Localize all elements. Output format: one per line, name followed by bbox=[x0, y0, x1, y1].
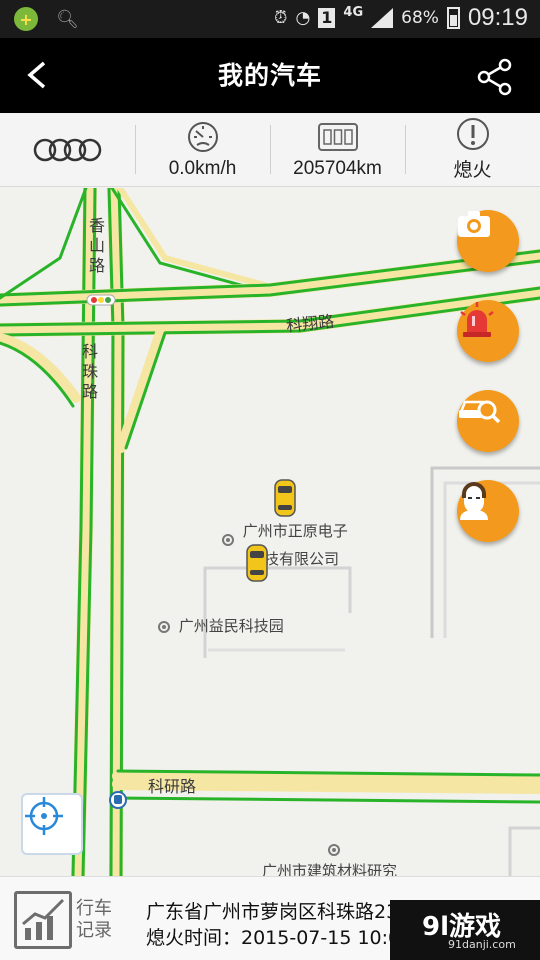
share-icon bbox=[477, 58, 512, 96]
trip-record-button[interactable]: 行车 记录 bbox=[14, 889, 124, 951]
poi-zhengyuan-line1: 广州市正原电子 bbox=[242, 522, 348, 540]
engine-status-value: 熄火 bbox=[453, 160, 492, 181]
share-button[interactable] bbox=[476, 58, 514, 96]
camera-icon bbox=[458, 211, 490, 237]
alarm-button[interactable] bbox=[457, 300, 519, 362]
trip-record-label-line1: 行车 bbox=[76, 898, 112, 919]
battery-icon bbox=[446, 7, 460, 29]
battery-percent: 68% bbox=[401, 8, 439, 28]
engine-status-cell: 熄火 bbox=[405, 113, 540, 186]
road-label-xiangshan: 香山路 bbox=[88, 216, 105, 275]
road-label-keyan: 科研路 bbox=[148, 777, 197, 796]
status-bar: + 🔍︎ ⏰︎ ◔ 1 4G 68% 09:19 bbox=[0, 0, 540, 38]
sim-badge: 1 bbox=[318, 8, 336, 28]
watermark-sub: 91danji.com bbox=[448, 938, 516, 951]
speedometer-icon bbox=[187, 121, 218, 152]
alarm-light-icon bbox=[460, 302, 494, 337]
trip-record-label-line2: 记录 bbox=[76, 920, 112, 941]
crosshair-icon bbox=[25, 797, 63, 835]
exclamation-icon bbox=[456, 118, 489, 150]
poi-zhengyuan[interactable]: 广州市正原电子 bbox=[222, 522, 348, 549]
car-search-icon bbox=[459, 400, 501, 424]
clock: 09:19 bbox=[467, 4, 528, 31]
watermark: 9l游戏 91danji.com bbox=[390, 900, 540, 960]
location-panel: 行车 记录 广东省广州市萝岗区科珠路232号 熄火时间：2015-07-15 1… bbox=[0, 876, 540, 960]
poi-marker-icon bbox=[328, 843, 340, 856]
app-notification-icon: + bbox=[14, 7, 38, 31]
poi-jianzhu: 广州市建筑材料研究 bbox=[262, 862, 398, 876]
poi-marker-icon bbox=[222, 533, 234, 546]
vehicle-info-strip: 0.0km/h 205704km 熄火 bbox=[0, 113, 540, 187]
network-type: 4G bbox=[343, 4, 364, 20]
wifi-icon: ◔ bbox=[295, 8, 311, 28]
odometer-icon bbox=[317, 122, 358, 151]
locate-button[interactable] bbox=[21, 793, 83, 855]
alarm-icon: ⏰︎ bbox=[274, 8, 288, 28]
speed-value: 0.0km/h bbox=[168, 157, 237, 179]
road-label-kexiang: 科翔路 bbox=[285, 311, 336, 336]
poi-marker-icon bbox=[158, 620, 170, 633]
car-marker-icon[interactable] bbox=[245, 543, 269, 583]
car-search-button[interactable] bbox=[457, 390, 519, 452]
camera-button[interactable] bbox=[457, 210, 519, 272]
poi-yimin[interactable]: 广州益民科技园 bbox=[158, 615, 284, 636]
odometer-value: 205704km bbox=[293, 157, 382, 179]
signal-icon bbox=[371, 8, 394, 28]
page-title: 我的汽车 bbox=[217, 61, 322, 90]
car-address: 广东省广州市萝岗区科珠路232号 bbox=[146, 901, 430, 923]
customer-service-button[interactable] bbox=[457, 480, 519, 542]
poi-jianzhu-marker[interactable] bbox=[328, 840, 344, 858]
search-notification-icon: 🔍︎ bbox=[56, 8, 79, 30]
road-label-kezhu: 科珠路 bbox=[81, 342, 98, 401]
speed-cell: 0.0km/h bbox=[135, 113, 270, 186]
trip-chart-icon bbox=[14, 891, 72, 949]
engine-off-time: 熄火时间：2015-07-15 10:0 bbox=[146, 927, 401, 949]
app-header: 我的汽车 bbox=[0, 38, 540, 113]
poi-yimin-label: 广州益民科技园 bbox=[178, 617, 284, 635]
brand-cell bbox=[0, 113, 135, 186]
audi-logo-icon bbox=[33, 138, 101, 161]
car-marker-icon[interactable] bbox=[273, 478, 297, 518]
map-view[interactable]: 香山路 科珠路 科翔路 科研路 广州市正原电子 技有限公司 广州益民科技园 广州… bbox=[0, 188, 540, 876]
odometer-cell: 205704km bbox=[270, 113, 405, 186]
poi-zhengyuan-line2: 技有限公司 bbox=[264, 550, 340, 568]
customer-service-icon bbox=[460, 482, 488, 520]
